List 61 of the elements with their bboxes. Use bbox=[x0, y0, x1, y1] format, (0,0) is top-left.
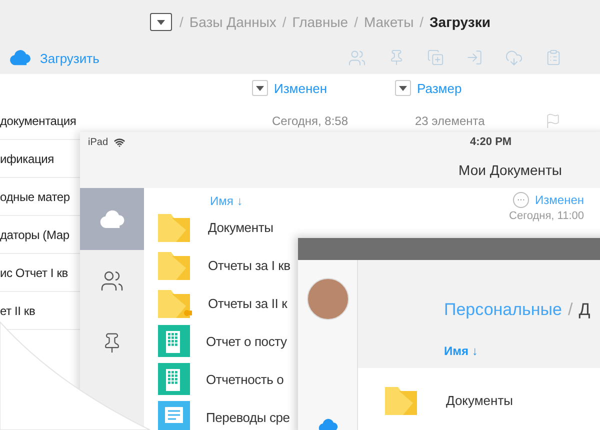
device-name: iPad bbox=[88, 136, 108, 148]
file-name: Документы bbox=[208, 220, 274, 234]
file-name: Отчет о посту bbox=[206, 334, 287, 348]
more-button[interactable]: ··· bbox=[513, 192, 530, 208]
file-name: Отчеты за II к bbox=[208, 296, 288, 310]
caret-icon bbox=[399, 86, 407, 90]
column-header[interactable]: Изменен bbox=[252, 80, 395, 96]
column-header[interactable]: Изменен bbox=[535, 193, 584, 207]
breadcrumb-separator: / bbox=[282, 14, 286, 30]
avatar bbox=[306, 278, 348, 320]
cloud-icon bbox=[98, 208, 126, 230]
upload-button[interactable]: Загрузить bbox=[8, 48, 100, 68]
flag-icon[interactable] bbox=[545, 112, 561, 128]
breadcrumb-separator: / bbox=[180, 14, 184, 30]
sort-button[interactable]: Имя ↓ bbox=[210, 194, 243, 208]
breadcrumb-separator: / bbox=[354, 14, 358, 30]
breadcrumb-separator: / bbox=[420, 14, 424, 30]
file-name: ис Отчет I кв bbox=[0, 266, 68, 280]
cloud-upload-icon bbox=[8, 48, 32, 68]
folder-icon bbox=[158, 250, 192, 280]
wifi-icon bbox=[114, 136, 126, 148]
breadcrumb-link[interactable]: Д bbox=[578, 300, 590, 320]
sort-button[interactable]: Имя ↓ bbox=[444, 344, 600, 358]
move-icon[interactable] bbox=[466, 49, 483, 66]
file-name: ификация bbox=[0, 152, 54, 166]
people-icon bbox=[100, 269, 124, 293]
folder-icon bbox=[158, 212, 192, 242]
file-name: ет II кв bbox=[0, 304, 36, 318]
breadcrumb-link[interactable]: Загрузки bbox=[430, 14, 490, 30]
breadcrumb-link[interactable]: Персональные bbox=[444, 300, 562, 320]
cloud-download-icon[interactable] bbox=[505, 49, 523, 67]
breadcrumb-link[interactable]: Базы Данных bbox=[189, 14, 276, 30]
modified-date: Сегодня, 8:58 bbox=[271, 114, 350, 128]
caret-icon bbox=[256, 86, 264, 90]
caret-icon bbox=[156, 20, 165, 24]
shared-folder-icon bbox=[158, 288, 192, 318]
pin-icon[interactable] bbox=[388, 49, 405, 66]
clipboard-icon[interactable] bbox=[545, 49, 562, 66]
copy-icon[interactable] bbox=[427, 49, 444, 66]
file-size: 23 элемента bbox=[414, 114, 486, 128]
file-name: Переводы сре bbox=[206, 410, 290, 424]
cloud-icon bbox=[316, 417, 338, 430]
spreadsheet-icon bbox=[158, 363, 190, 395]
sidebar-item[interactable] bbox=[80, 188, 144, 250]
file-name: документация bbox=[0, 114, 76, 128]
column-header[interactable]: Размер bbox=[395, 80, 525, 96]
breadcrumb-separator: / bbox=[568, 300, 573, 320]
breadcrumb-link[interactable]: Главные bbox=[292, 14, 348, 30]
modified-date: Сегодня, 11:00 bbox=[509, 210, 584, 222]
file-name: одные матер bbox=[0, 190, 70, 204]
screen-title: Мои Документы bbox=[458, 162, 562, 178]
file-name: Документы bbox=[446, 392, 514, 408]
file-name: Отчеты за I кв bbox=[208, 258, 290, 272]
folder-dropdown-button[interactable] bbox=[150, 13, 172, 31]
spreadsheet-icon bbox=[158, 325, 190, 357]
file-name: даторы (Мар bbox=[0, 228, 70, 242]
status-time: 4:20 PM bbox=[470, 136, 512, 148]
people-icon[interactable] bbox=[348, 49, 366, 67]
breadcrumb-link[interactable]: Макеты bbox=[364, 14, 414, 30]
file-name: Отчетность о bbox=[206, 372, 284, 386]
folder-icon bbox=[385, 385, 419, 415]
